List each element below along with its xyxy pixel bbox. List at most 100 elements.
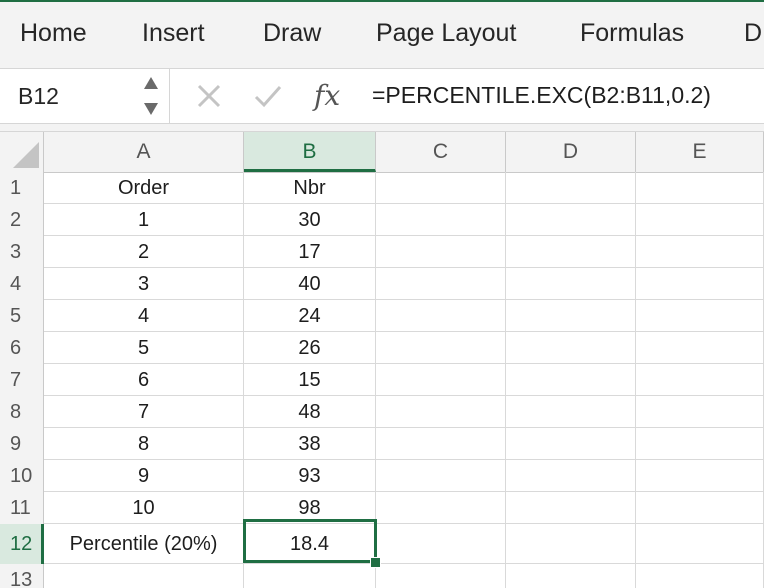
tab-formulas[interactable]: Formulas xyxy=(580,18,684,48)
cell-e7[interactable] xyxy=(636,364,764,396)
row-header-10[interactable]: 10 xyxy=(0,460,44,492)
cell-a7[interactable]: 6 xyxy=(44,364,244,396)
cell-d4[interactable] xyxy=(506,268,636,300)
fill-handle[interactable] xyxy=(370,557,381,568)
cell-a1[interactable]: Order xyxy=(44,172,244,204)
cell-c9[interactable] xyxy=(376,428,506,460)
cell-a12[interactable]: Percentile (20%) xyxy=(44,524,244,564)
row-header-2[interactable]: 2 xyxy=(0,204,44,236)
cell-d1[interactable] xyxy=(506,172,636,204)
tab-insert[interactable]: Insert xyxy=(142,18,205,48)
checkmark-icon[interactable] xyxy=(252,81,284,111)
cell-e5[interactable] xyxy=(636,300,764,332)
row-header-4[interactable]: 4 xyxy=(0,268,44,300)
cell-b12[interactable]: 18.4 xyxy=(244,524,376,564)
cell-b13[interactable] xyxy=(244,564,376,588)
tab-draw[interactable]: Draw xyxy=(263,18,321,48)
cell-d11[interactable] xyxy=(506,492,636,524)
cell-b8[interactable]: 48 xyxy=(244,396,376,428)
cell-d10[interactable] xyxy=(506,460,636,492)
cell-d7[interactable] xyxy=(506,364,636,396)
row-header-3[interactable]: 3 xyxy=(0,236,44,268)
cell-c10[interactable] xyxy=(376,460,506,492)
cell-a4[interactable]: 3 xyxy=(44,268,244,300)
cell-e3[interactable] xyxy=(636,236,764,268)
tab-data-truncated[interactable]: D xyxy=(744,18,762,48)
tab-home[interactable]: Home xyxy=(20,18,87,48)
row-header-1[interactable]: 1 xyxy=(0,172,44,204)
column-header-a[interactable]: A xyxy=(44,132,244,172)
select-all-button[interactable] xyxy=(0,132,44,172)
column-header-d[interactable]: D xyxy=(506,132,636,172)
cell-c4[interactable] xyxy=(376,268,506,300)
grid-top-divider xyxy=(0,124,764,132)
cell-c5[interactable] xyxy=(376,300,506,332)
formula-input[interactable]: =PERCENTILE.EXC(B2:B11,0.2) xyxy=(372,82,711,109)
cell-a5[interactable]: 4 xyxy=(44,300,244,332)
cell-e6[interactable] xyxy=(636,332,764,364)
cell-b5[interactable]: 24 xyxy=(244,300,376,332)
cell-b2[interactable]: 30 xyxy=(244,204,376,236)
cell-e4[interactable] xyxy=(636,268,764,300)
cell-b6[interactable]: 26 xyxy=(244,332,376,364)
cell-d2[interactable] xyxy=(506,204,636,236)
cell-c11[interactable] xyxy=(376,492,506,524)
cell-b7[interactable]: 15 xyxy=(244,364,376,396)
cell-a6[interactable]: 5 xyxy=(44,332,244,364)
cell-a9[interactable]: 8 xyxy=(44,428,244,460)
cell-e13[interactable] xyxy=(636,564,764,588)
cell-b4[interactable]: 40 xyxy=(244,268,376,300)
cell-b3[interactable]: 17 xyxy=(244,236,376,268)
cell-e9[interactable] xyxy=(636,428,764,460)
chevron-down-icon[interactable] xyxy=(144,103,158,115)
row-header-11[interactable]: 11 xyxy=(0,492,44,524)
cell-e8[interactable] xyxy=(636,396,764,428)
column-header-c[interactable]: C xyxy=(376,132,506,172)
cell-a3[interactable]: 2 xyxy=(44,236,244,268)
cell-b11[interactable]: 98 xyxy=(244,492,376,524)
row-header-7[interactable]: 7 xyxy=(0,364,44,396)
cell-c7[interactable] xyxy=(376,364,506,396)
cell-d9[interactable] xyxy=(506,428,636,460)
cell-a13[interactable] xyxy=(44,564,244,588)
cell-e1[interactable] xyxy=(636,172,764,204)
cell-a2[interactable]: 1 xyxy=(44,204,244,236)
column-header-e[interactable]: E xyxy=(636,132,764,172)
cell-b1[interactable]: Nbr xyxy=(244,172,376,204)
cell-c12[interactable] xyxy=(376,524,506,564)
cell-c3[interactable] xyxy=(376,236,506,268)
cell-c13[interactable] xyxy=(376,564,506,588)
column-header-b[interactable]: B xyxy=(244,132,376,172)
cell-c1[interactable] xyxy=(376,172,506,204)
name-box[interactable]: B12 xyxy=(0,69,170,123)
chevron-up-icon[interactable] xyxy=(144,77,158,89)
cell-a8[interactable]: 7 xyxy=(44,396,244,428)
row-header-12[interactable]: 12 xyxy=(0,524,44,564)
cell-b10[interactable]: 93 xyxy=(244,460,376,492)
function-icon[interactable]: fx xyxy=(314,79,340,112)
cell-e2[interactable] xyxy=(636,204,764,236)
cell-e12[interactable] xyxy=(636,524,764,564)
cell-b9[interactable]: 38 xyxy=(244,428,376,460)
cell-d12[interactable] xyxy=(506,524,636,564)
cell-e10[interactable] xyxy=(636,460,764,492)
row-header-9[interactable]: 9 xyxy=(0,428,44,460)
cell-d3[interactable] xyxy=(506,236,636,268)
row-header-8[interactable]: 8 xyxy=(0,396,44,428)
cell-d13[interactable] xyxy=(506,564,636,588)
cell-e11[interactable] xyxy=(636,492,764,524)
name-box-stepper[interactable] xyxy=(140,77,162,115)
cell-c8[interactable] xyxy=(376,396,506,428)
row-header-5[interactable]: 5 xyxy=(0,300,44,332)
close-icon[interactable] xyxy=(194,81,224,111)
row-header-13[interactable]: 13 xyxy=(0,564,44,588)
row-header-6[interactable]: 6 xyxy=(0,332,44,364)
tab-page-layout[interactable]: Page Layout xyxy=(376,18,516,48)
cell-d5[interactable] xyxy=(506,300,636,332)
cell-d8[interactable] xyxy=(506,396,636,428)
cell-a11[interactable]: 10 xyxy=(44,492,244,524)
cell-a10[interactable]: 9 xyxy=(44,460,244,492)
cell-c6[interactable] xyxy=(376,332,506,364)
cell-c2[interactable] xyxy=(376,204,506,236)
cell-d6[interactable] xyxy=(506,332,636,364)
